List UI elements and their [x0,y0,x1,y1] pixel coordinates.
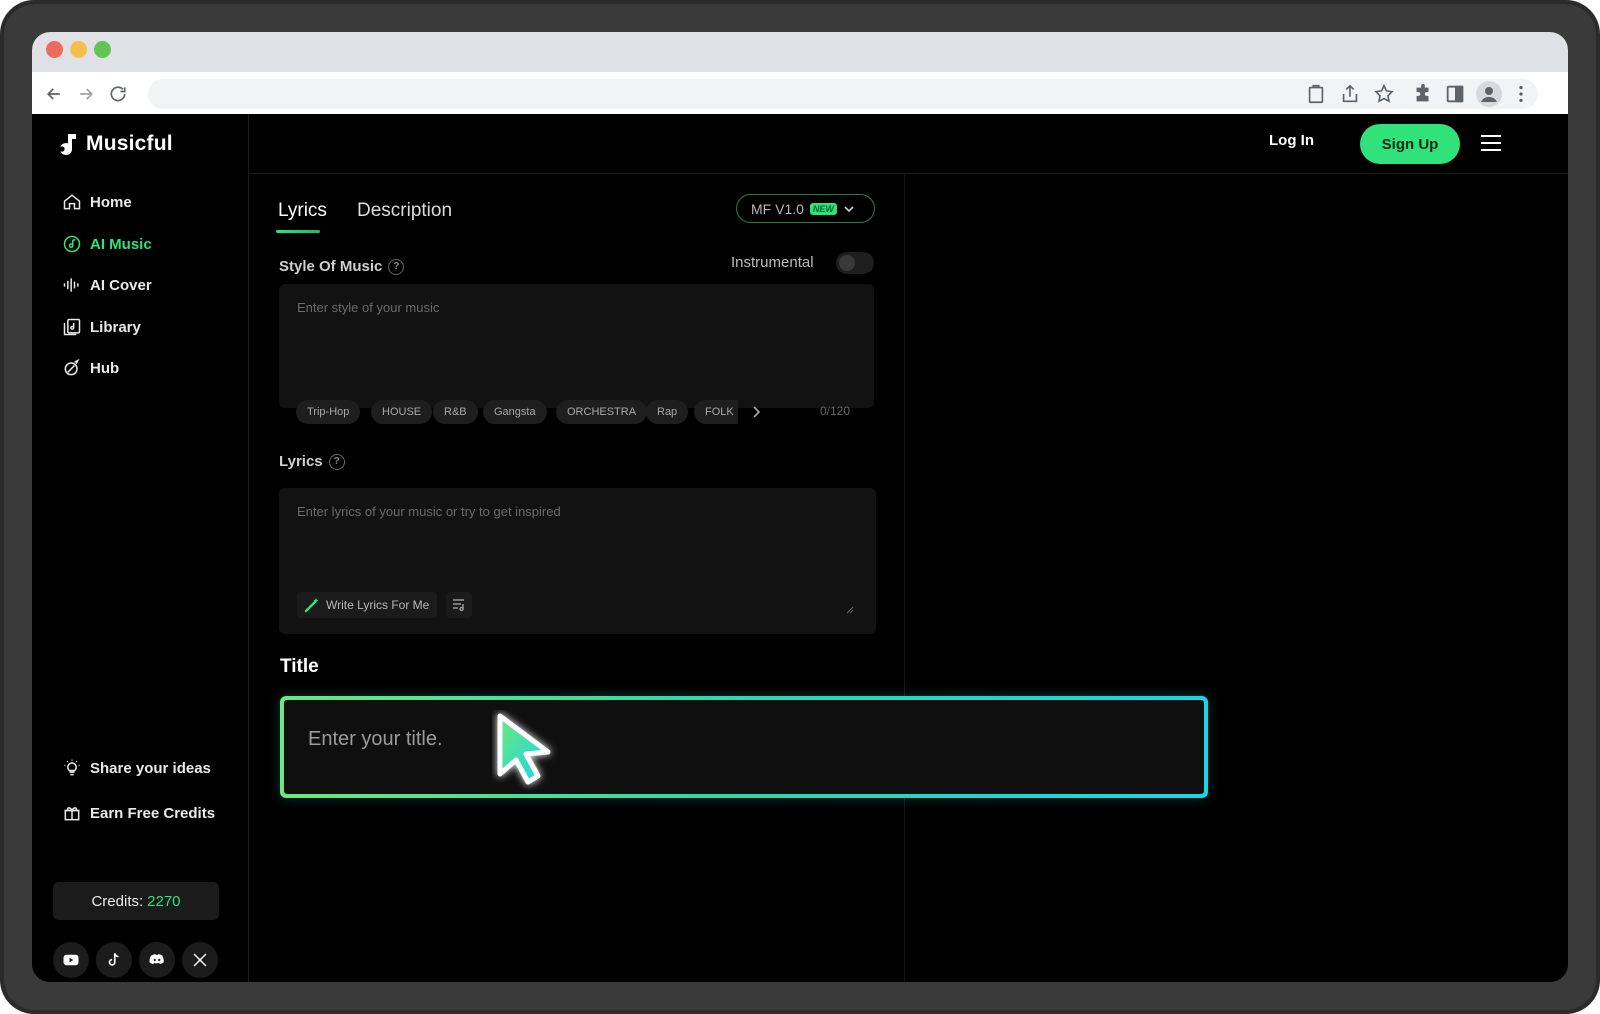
title-input[interactable] [308,724,908,754]
browser-titlebar [32,32,1568,72]
x-twitter-button[interactable] [182,942,218,978]
login-button[interactable]: Log In [1269,132,1314,149]
list-music-icon [453,599,464,612]
discord-icon [149,954,164,965]
share-ideas-link[interactable]: Share your ideas [62,756,211,780]
title-field-inner [284,700,1204,794]
gift-icon [64,807,80,821]
title-heading: Title [280,656,319,677]
style-chip[interactable]: Gangsta [483,400,547,424]
style-of-music-label: Style Of Music [279,258,383,275]
app-logo[interactable]: Musicful [54,130,173,158]
lightbulb-icon [64,759,80,776]
style-chip[interactable]: HOUSE [371,400,433,424]
panel-divider [904,174,905,982]
side-panel-icon[interactable] [1444,83,1466,105]
credits-display: Credits: 2270 [53,882,219,920]
signup-button[interactable]: Sign Up [1360,124,1460,164]
musicful-app: Musicful Home AI Music AI Cover Library [32,114,1568,982]
back-arrow-icon[interactable] [44,84,64,104]
waveform-icon [63,278,79,292]
device-frame: Musicful Home AI Music AI Cover Library [0,0,1600,1014]
style-chip[interactable]: R&B [433,400,478,424]
share-ideas-label: Share your ideas [90,759,211,777]
address-bar[interactable] [148,79,1538,109]
magic-wand-icon [304,598,319,613]
tiktok-icon [108,953,119,966]
style-placeholder: Enter style of your music [297,300,440,315]
sidebar-item-hub[interactable]: Hub [62,356,119,380]
forward-arrow-icon[interactable] [76,84,96,104]
app-name: Musicful [86,132,173,155]
tab-lyrics[interactable]: Lyrics [278,200,327,222]
extensions-puzzle-icon[interactable] [1412,83,1434,105]
help-icon[interactable]: ? [388,258,405,275]
hamburger-menu-icon[interactable] [1480,134,1502,152]
style-of-music-heading: Style Of Music ? [279,258,405,275]
sidebar-item-library[interactable]: Library [62,315,141,339]
sidebar: Musicful Home AI Music AI Cover Library [32,114,249,982]
write-lyrics-label: Write Lyrics For Me [326,598,430,612]
tab-description[interactable]: Description [357,200,452,222]
profile-avatar-icon[interactable] [1476,81,1502,107]
sidebar-item-label: AI Music [90,235,152,253]
home-icon [63,194,81,210]
lyrics-label: Lyrics [279,453,323,470]
new-badge: NEW [809,202,837,215]
style-chip[interactable]: Trip-Hop [296,400,361,424]
youtube-button[interactable] [53,942,89,978]
app-header: Log In Sign Up [250,114,1568,174]
x-icon [193,953,207,967]
hub-icon [64,358,80,376]
chevron-right-icon[interactable] [750,402,764,422]
credits-value: 2270 [147,892,181,910]
sidebar-item-label: Home [90,193,132,211]
close-window-button[interactable] [46,41,63,58]
sidebar-item-ai-cover[interactable]: AI Cover [62,273,152,297]
chevron-down-icon [844,205,854,212]
model-version-select[interactable]: MF V1.0 NEW [736,194,875,223]
instrumental-toggle[interactable] [836,252,874,274]
earn-credits-label: Earn Free Credits [90,804,216,822]
youtube-icon [63,954,79,966]
share-icon[interactable] [1339,83,1361,105]
clipboard-icon[interactable] [1305,83,1327,105]
signup-label: Sign Up [1381,135,1439,153]
library-icon [63,318,81,336]
resize-handle-icon[interactable] [844,604,854,614]
model-version-label: MF V1.0 [751,200,804,217]
earn-credits-link[interactable]: Earn Free Credits [62,801,215,825]
style-chip[interactable]: ORCHESTRA [556,400,648,424]
lyrics-heading: Lyrics ? [279,453,345,470]
sidebar-item-label: Library [90,318,141,336]
discord-button[interactable] [139,942,175,978]
minimize-window-button[interactable] [70,41,87,58]
title-field-frame [280,696,1208,798]
style-chip[interactable]: FOLK [694,400,738,424]
help-icon[interactable]: ? [328,453,345,470]
tiktok-button[interactable] [96,942,132,978]
sidebar-item-label: AI Cover [90,276,152,294]
ai-music-icon [63,235,81,253]
lyrics-format-button[interactable] [446,592,472,618]
musicful-logo-icon [59,134,76,156]
sidebar-item-home[interactable]: Home [62,190,132,214]
sidebar-item-ai-music[interactable]: AI Music [62,232,152,256]
active-tab-indicator [276,230,320,233]
lyrics-placeholder: Enter lyrics of your music or try to get… [297,504,561,519]
credits-label: Credits: [91,892,144,910]
bookmark-star-icon[interactable] [1373,83,1395,105]
style-char-count: 0/120 [820,404,851,418]
browser-window: Musicful Home AI Music AI Cover Library [32,32,1568,982]
toggle-knob [839,255,855,271]
style-chip[interactable]: Rap [646,400,689,424]
maximize-window-button[interactable] [94,41,111,58]
reload-icon[interactable] [108,84,128,104]
instrumental-label: Instrumental [731,254,814,271]
write-lyrics-button[interactable]: Write Lyrics For Me [297,592,438,618]
browser-menu-icon[interactable] [1510,83,1532,105]
browser-toolbar [32,72,1568,114]
sidebar-item-label: Hub [90,359,120,377]
cursor-arrow-icon [497,713,551,785]
